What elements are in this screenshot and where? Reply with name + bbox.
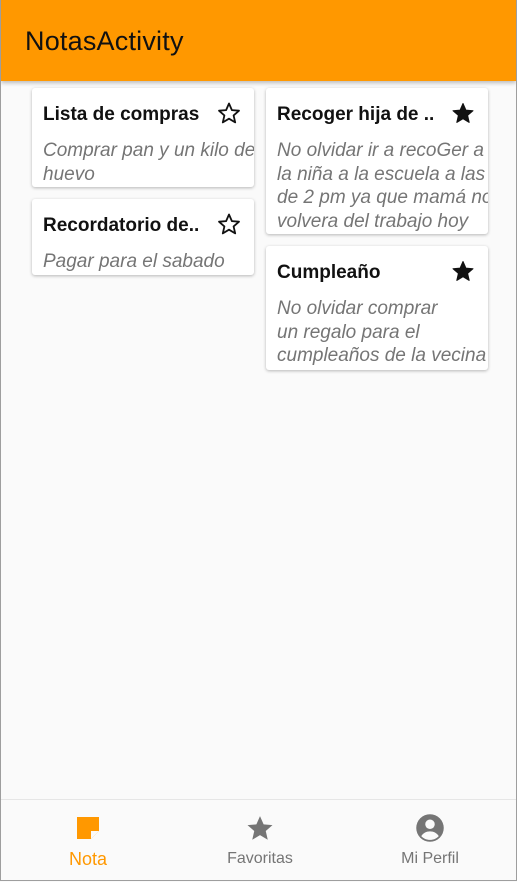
note-card[interactable]: Recoger hija de .. No olvidar ir a recoG… [266,88,488,234]
bottom-navigation: Nota Favoritas Mi Perfil [1,799,516,880]
note-body: Comprar pan y un kilo de huevo [43,140,254,185]
note-body: No olvidar ir a recoGer a la niña a la e… [277,140,488,232]
account-circle-icon [416,814,444,842]
star-outline-icon[interactable] [217,101,241,125]
app-bar: NotasActivity [1,0,516,81]
nav-label-nota: Nota [68,849,108,869]
nav-item-nota[interactable]: Nota [2,800,174,880]
nav-label-favoritas: Favoritas [227,850,293,867]
star-filled-icon[interactable] [451,101,475,125]
star-icon [247,816,273,840]
note-title: Recordatorio de.. [43,215,200,236]
note-card[interactable]: Cumpleaño No olvidar comprar un regalo p… [266,246,488,370]
note-title: Lista de compras [43,104,200,125]
note-body: No olvidar comprar un regalo para el cum… [277,298,487,366]
note-body: Pagar para el sabado [43,251,225,272]
note-card[interactable]: Lista de compras Comprar pan y un kilo d… [32,88,254,187]
note-title: Cumpleaño [277,262,381,283]
app-frame: NotasActivity Lista de compras Comprar p… [0,0,517,881]
nav-label-mi-perfil: Mi Perfil [401,850,459,867]
note-card[interactable]: Recordatorio de.. Pagar para el sabado [32,199,254,275]
star-filled-icon[interactable] [451,259,475,283]
note-icon [77,817,99,839]
app-title: NotasActivity [25,26,184,56]
nav-item-favoritas[interactable]: Favoritas [174,800,346,880]
star-outline-icon[interactable] [217,212,241,236]
nav-item-mi-perfil[interactable]: Mi Perfil [344,800,516,880]
note-title: Recoger hija de .. [277,104,435,125]
